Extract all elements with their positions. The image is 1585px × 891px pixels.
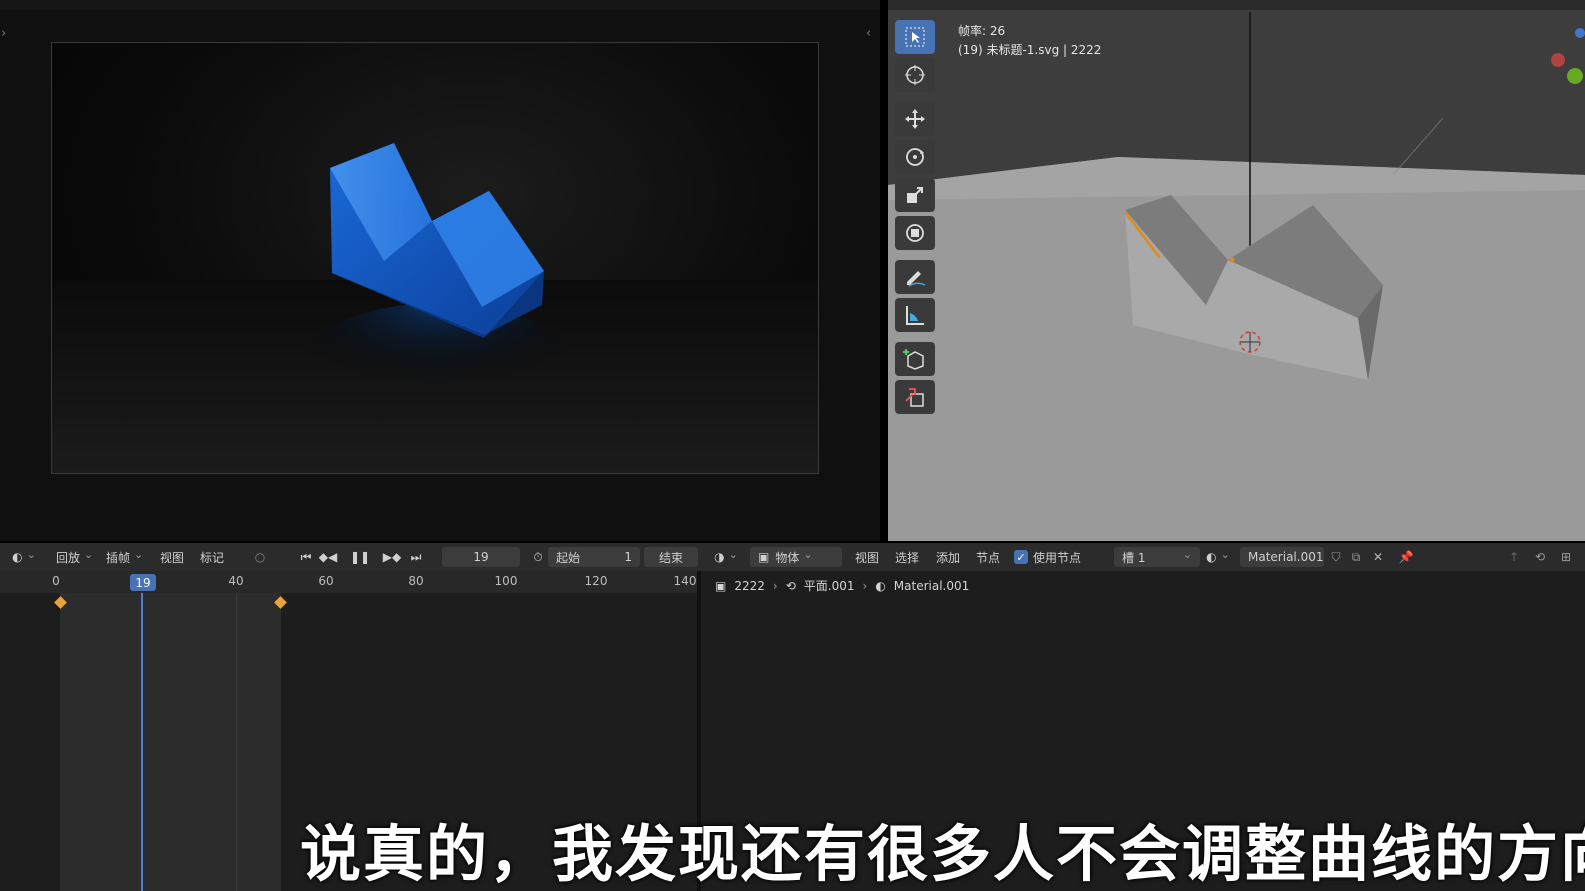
add-cube-icon[interactable]: [895, 342, 935, 376]
editor-header-bar: ◐ 回放 插帧 视图 标记 ○ ⏮ ◆◀ ❚❚ ▶◆ ⏭ 19 ⏱ 起始 1 结…: [0, 543, 1585, 571]
viewport-scene: [888, 12, 1585, 541]
jump-end-icon[interactable]: ⏭: [406, 543, 426, 571]
next-keyframe-icon[interactable]: ▶◆: [382, 543, 402, 571]
material-name-field[interactable]: Material.001: [1240, 547, 1324, 567]
material-slot-select[interactable]: 槽 1: [1114, 547, 1200, 567]
tick-label: 40: [228, 574, 244, 588]
current-frame-field[interactable]: 19: [442, 547, 520, 567]
pin-icon[interactable]: 📌: [1396, 543, 1416, 571]
tick-label: 100: [494, 574, 518, 588]
node-select-menu[interactable]: 选择: [895, 543, 919, 571]
object-mode-icon: ▣: [758, 550, 770, 564]
rotate-icon[interactable]: [895, 140, 935, 174]
node-view-menu[interactable]: 视图: [855, 543, 879, 571]
gizmo-x-axis[interactable]: [1551, 53, 1565, 67]
stopwatch-icon[interactable]: ⏱: [528, 543, 548, 571]
rendered-blue-object: [297, 143, 577, 443]
gizmo-z-axis[interactable]: [1575, 28, 1585, 38]
gizmo-y-axis[interactable]: [1567, 68, 1583, 84]
render-preview-area: › ‹: [0, 0, 880, 541]
start-label: 起始: [556, 550, 581, 565]
node-editor-type-icon[interactable]: ◑: [714, 543, 736, 571]
viewport-info: 帧率: 26 (19) 未标题-1.svg | 2222: [958, 22, 1101, 60]
tick-label: 60: [318, 574, 334, 588]
keying-menu[interactable]: 插帧: [106, 543, 143, 571]
render-frame: [51, 42, 819, 474]
duplicate-material-icon[interactable]: ⧉: [1346, 543, 1366, 571]
tick-label: 80: [408, 574, 424, 588]
start-value: 1: [624, 550, 632, 564]
extrude-icon[interactable]: [895, 380, 935, 414]
3d-viewport[interactable]: 帧率: 26 (19) 未标题-1.svg | 2222: [888, 0, 1585, 541]
annotate-icon[interactable]: [895, 260, 935, 294]
mesh-icon: ⟲: [785, 578, 796, 593]
object-icon: ▣: [715, 578, 727, 593]
breadcrumb-object[interactable]: 2222: [734, 579, 765, 593]
breadcrumb-mesh[interactable]: 平面.001: [804, 577, 855, 594]
material-browse-icon[interactable]: ◐: [1206, 543, 1228, 571]
object-mode-label: 物体: [775, 550, 800, 565]
overlay-icon[interactable]: ⊞: [1556, 543, 1576, 571]
tick-label: 120: [584, 574, 608, 588]
frame-rate-text: 帧率: 26: [958, 24, 1006, 38]
use-nodes-label: 使用节点: [1033, 550, 1082, 565]
marker-menu[interactable]: 标记: [200, 543, 224, 571]
cursor-icon[interactable]: [895, 58, 935, 92]
end-frame-field[interactable]: 结束: [644, 547, 698, 567]
playhead-frame-badge[interactable]: 19: [130, 574, 156, 591]
snap-icon[interactable]: ⟲: [1530, 543, 1550, 571]
playhead-line[interactable]: [141, 593, 143, 891]
unlink-material-icon[interactable]: ✕: [1368, 543, 1388, 571]
prev-keyframe-icon[interactable]: ◆◀: [318, 543, 338, 571]
use-nodes-toggle[interactable]: ✓ 使用节点: [1014, 543, 1081, 571]
grid-line: [236, 593, 237, 891]
jump-start-icon[interactable]: ⏮: [296, 543, 316, 571]
chevron-right-icon: ›: [772, 578, 778, 593]
pause-icon[interactable]: ❚❚: [350, 543, 370, 571]
start-frame-field[interactable]: 起始 1: [548, 547, 640, 567]
tick-label: 140: [673, 574, 697, 588]
select-box-icon[interactable]: [895, 20, 935, 54]
fake-user-icon[interactable]: ⛉: [1326, 543, 1346, 571]
object-info-text: (19) 未标题-1.svg | 2222: [958, 43, 1102, 57]
move-icon[interactable]: [895, 102, 935, 136]
render-header-strip: [0, 0, 880, 10]
playback-menu[interactable]: 回放: [56, 543, 93, 571]
object-mode-select[interactable]: ▣ 物体: [750, 547, 842, 567]
node-add-menu[interactable]: 添加: [936, 543, 960, 571]
timeline-editor-type-icon[interactable]: ◐: [12, 543, 34, 571]
use-nodes-checkbox[interactable]: ✓: [1014, 550, 1028, 564]
chevron-right-icon: ›: [862, 578, 868, 593]
tool-shelf: [895, 20, 937, 418]
breadcrumb: ▣ 2222 › ⟲ 平面.001 › ◐ Material.001: [715, 577, 977, 594]
material-icon: ◐: [875, 578, 886, 593]
scale-icon[interactable]: [895, 178, 935, 212]
parent-node-icon[interactable]: ↑: [1504, 543, 1524, 571]
breadcrumb-material[interactable]: Material.001: [894, 579, 969, 593]
measure-icon[interactable]: [895, 298, 935, 332]
transform-icon[interactable]: [895, 216, 935, 250]
node-menu[interactable]: 节点: [976, 543, 1000, 571]
video-subtitle: 说真的，我发现还有很多人不会调整曲线的方向: [300, 819, 1585, 890]
expand-left-icon[interactable]: ›: [1, 26, 6, 41]
frame-range-band: [60, 593, 281, 891]
record-icon[interactable]: ○: [250, 543, 270, 571]
tick-label: 0: [52, 574, 60, 588]
collapse-right-icon[interactable]: ‹: [866, 26, 871, 41]
timeline-view-menu[interactable]: 视图: [160, 543, 184, 571]
